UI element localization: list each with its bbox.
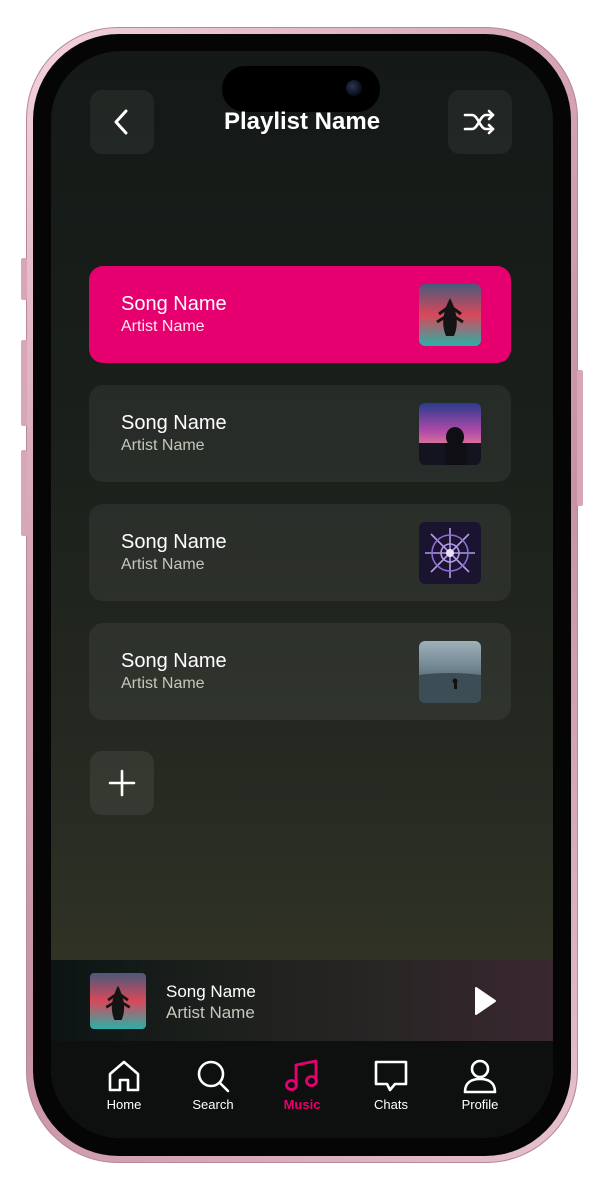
user-icon bbox=[463, 1059, 497, 1094]
volume-up-button bbox=[21, 340, 27, 426]
dynamic-island bbox=[222, 66, 380, 112]
tab-profile[interactable]: Profile bbox=[445, 1057, 515, 1112]
tab-chats[interactable]: Chats bbox=[356, 1057, 426, 1112]
power-button bbox=[577, 370, 583, 506]
tab-music-label: Music bbox=[283, 1097, 321, 1112]
now-playing-song-name: Song Name bbox=[166, 982, 256, 1001]
artist-name: Artist Name bbox=[121, 437, 205, 454]
album-art-thumbnail bbox=[419, 641, 481, 703]
search-icon bbox=[197, 1060, 230, 1093]
chat-bubble-icon bbox=[374, 1060, 408, 1092]
tab-home-label: Home bbox=[106, 1097, 142, 1112]
now-playing-bar[interactable]: Song Name Artist Name bbox=[51, 960, 553, 1041]
artist-name: Artist Name bbox=[121, 675, 205, 692]
album-art-thumbnail bbox=[419, 522, 481, 584]
song-name: Song Name bbox=[121, 650, 227, 672]
song-name: Song Name bbox=[121, 412, 227, 434]
song-item-2[interactable]: Song Name Artist Name bbox=[89, 385, 511, 482]
artist-name: Artist Name bbox=[121, 556, 205, 573]
song-name: Song Name bbox=[121, 293, 227, 315]
add-song-button[interactable] bbox=[90, 751, 154, 815]
volume-down-button bbox=[21, 450, 27, 536]
bottom-tab-bar: Home Search Music Chats Profile bbox=[51, 1041, 553, 1138]
camera-icon bbox=[346, 80, 362, 96]
now-playing-album-art bbox=[90, 973, 146, 1029]
artist-name: Artist Name bbox=[121, 318, 205, 335]
album-art-thumbnail bbox=[419, 403, 481, 465]
home-icon bbox=[108, 1060, 140, 1092]
silent-switch bbox=[21, 258, 27, 300]
song-item-4[interactable]: Song Name Artist Name bbox=[89, 623, 511, 720]
shuffle-button[interactable] bbox=[448, 90, 512, 154]
song-name: Song Name bbox=[121, 531, 227, 553]
song-item-3[interactable]: Song Name Artist Name bbox=[89, 504, 511, 601]
play-icon bbox=[475, 987, 496, 1015]
play-button[interactable] bbox=[465, 981, 505, 1021]
tab-music[interactable]: Music bbox=[267, 1057, 337, 1112]
tab-search[interactable]: Search bbox=[178, 1057, 248, 1112]
app-screen: Playlist Name Song Name Artist Name Song… bbox=[51, 51, 553, 1138]
tab-search-label: Search bbox=[192, 1097, 234, 1112]
song-item-1[interactable]: Song Name Artist Name bbox=[89, 266, 511, 363]
shuffle-icon bbox=[463, 109, 495, 135]
tab-home[interactable]: Home bbox=[89, 1057, 159, 1112]
tab-profile-label: Profile bbox=[461, 1097, 499, 1112]
tab-chats-label: Chats bbox=[374, 1097, 408, 1112]
plus-icon bbox=[108, 769, 136, 797]
album-art-thumbnail bbox=[419, 284, 481, 346]
now-playing-artist-name: Artist Name bbox=[166, 1003, 255, 1022]
music-note-icon bbox=[285, 1059, 318, 1091]
